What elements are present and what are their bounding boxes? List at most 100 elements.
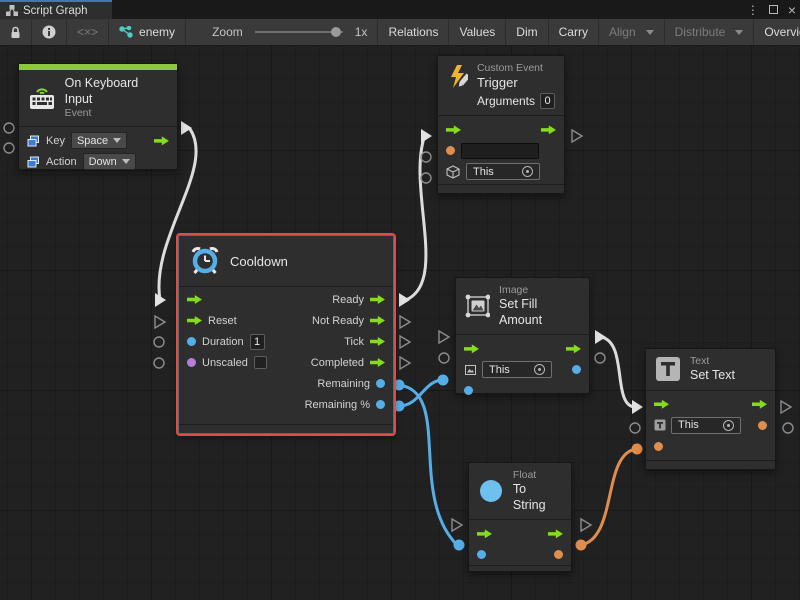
values-button[interactable]: Values bbox=[449, 19, 506, 45]
relations-button[interactable]: Relations bbox=[378, 19, 449, 45]
zoom-slider-handle[interactable] bbox=[331, 27, 341, 37]
flow-in-arrow-icon[interactable] bbox=[446, 125, 461, 134]
string-out-dot[interactable] bbox=[554, 550, 563, 559]
fill-amount-in-dot[interactable] bbox=[464, 386, 473, 395]
result-out-dot[interactable] bbox=[758, 421, 767, 430]
close-icon[interactable]: × bbox=[788, 3, 796, 17]
event-name-field[interactable] bbox=[461, 143, 539, 159]
custom-event-icon bbox=[447, 64, 468, 90]
window-menu-icon[interactable]: ⋮ bbox=[747, 3, 759, 17]
remaining-pct-out-dot[interactable] bbox=[376, 400, 385, 409]
window-value-icon bbox=[27, 135, 40, 147]
key-port-label: Key bbox=[46, 135, 65, 147]
flow-in-arrow-icon[interactable] bbox=[477, 529, 492, 538]
flow-in-arrow-icon[interactable] bbox=[187, 295, 202, 304]
node-image-set-fill-amount[interactable]: Image Set Fill Amount This bbox=[455, 277, 590, 394]
remaining-out-dot[interactable] bbox=[376, 379, 385, 388]
graph-toolbar: <×> enemy Zoom 1x Relations Values Dim C… bbox=[0, 19, 800, 46]
node-footer bbox=[179, 424, 393, 433]
node-footer bbox=[19, 172, 177, 181]
image-icon bbox=[465, 294, 490, 318]
info-icon bbox=[42, 25, 56, 39]
port-row-key: Key Space bbox=[19, 130, 177, 151]
graph-breadcrumb[interactable]: enemy bbox=[109, 19, 186, 45]
action-dropdown[interactable]: Down bbox=[83, 153, 136, 170]
bool-port-dot[interactable] bbox=[187, 358, 196, 367]
target-picker-icon[interactable] bbox=[723, 420, 734, 431]
target-picker-icon[interactable] bbox=[522, 166, 533, 177]
chevron-down-icon bbox=[646, 30, 654, 35]
info-button[interactable] bbox=[32, 19, 67, 45]
string-port-dot[interactable] bbox=[446, 146, 455, 155]
flow-out-arrow-icon[interactable] bbox=[566, 344, 581, 353]
row-enter-ready: Ready bbox=[179, 289, 393, 310]
distribute-dropdown[interactable]: Distribute bbox=[665, 19, 755, 45]
node-category: Custom Event bbox=[477, 62, 555, 75]
target-dropdown[interactable]: This bbox=[482, 361, 552, 378]
flow-row bbox=[438, 119, 564, 140]
align-dropdown[interactable]: Align bbox=[599, 19, 665, 45]
node-float-to-string[interactable]: Float To String bbox=[468, 462, 572, 572]
code-preview-button[interactable]: <×> bbox=[67, 19, 109, 45]
unscaled-checkbox[interactable] bbox=[254, 356, 267, 369]
ready-out-arrow-icon[interactable] bbox=[370, 295, 385, 304]
node-category: Image bbox=[499, 284, 580, 297]
node-title: Set Fill Amount bbox=[499, 297, 580, 328]
data-row bbox=[469, 544, 571, 565]
arguments-stepper[interactable]: 0 bbox=[540, 93, 555, 109]
target-row: This bbox=[646, 415, 775, 436]
key-dropdown[interactable]: Space bbox=[71, 132, 127, 149]
action-port-label: Action bbox=[46, 156, 77, 168]
float-port-dot[interactable] bbox=[187, 337, 196, 346]
tick-label: Tick bbox=[344, 336, 364, 348]
zoom-value: 1x bbox=[355, 25, 368, 39]
overview-button[interactable]: Overview bbox=[754, 19, 800, 45]
float-in-dot[interactable] bbox=[477, 550, 486, 559]
dim-button[interactable]: Dim bbox=[506, 19, 548, 45]
target-row: This bbox=[438, 161, 564, 182]
node-title: Cooldown bbox=[230, 254, 288, 269]
tick-out-arrow-icon[interactable] bbox=[370, 337, 385, 346]
remaining-pct-label: Remaining % bbox=[305, 399, 370, 411]
text-small-icon bbox=[654, 419, 666, 431]
tab-script-graph[interactable]: Script Graph bbox=[0, 0, 112, 19]
image-small-icon bbox=[464, 364, 477, 376]
completed-out-arrow-icon[interactable] bbox=[370, 358, 385, 367]
float-icon bbox=[478, 478, 504, 504]
target-picker-icon[interactable] bbox=[534, 364, 545, 375]
text-value-row bbox=[646, 436, 775, 457]
carry-button[interactable]: Carry bbox=[549, 19, 599, 45]
flow-in-arrow-icon[interactable] bbox=[654, 400, 669, 409]
zoom-slider[interactable] bbox=[255, 31, 343, 33]
node-category: Float bbox=[513, 469, 562, 482]
lock-button[interactable] bbox=[0, 19, 32, 45]
node-footer bbox=[469, 565, 571, 574]
zoom-control: Zoom 1x bbox=[186, 19, 378, 45]
graph-name: enemy bbox=[139, 25, 175, 39]
node-text-set-text[interactable]: Text Set Text This bbox=[645, 348, 776, 470]
node-title: Trigger bbox=[477, 75, 555, 91]
duration-field[interactable]: 1 bbox=[250, 334, 265, 350]
node-cooldown[interactable]: Cooldown Ready Reset Not Ready Duration1… bbox=[178, 235, 394, 434]
flow-out-arrow-icon[interactable] bbox=[548, 529, 563, 538]
lock-icon bbox=[10, 26, 21, 39]
result-out-dot[interactable] bbox=[572, 365, 581, 374]
node-on-keyboard-input[interactable]: On Keyboard Input Event Key Space bbox=[18, 63, 178, 170]
text-icon bbox=[655, 356, 681, 382]
notready-out-arrow-icon[interactable] bbox=[370, 316, 385, 325]
fill-amount-row bbox=[456, 380, 589, 401]
reset-in-arrow-icon[interactable] bbox=[187, 316, 202, 325]
tab-title: Script Graph bbox=[23, 5, 88, 17]
target-dropdown[interactable]: This bbox=[671, 417, 741, 434]
flow-out-arrow-icon[interactable] bbox=[154, 136, 169, 145]
text-in-dot[interactable] bbox=[654, 442, 663, 451]
flow-in-arrow-icon[interactable] bbox=[464, 344, 479, 353]
unscaled-label: Unscaled bbox=[202, 357, 248, 369]
chevron-down-icon bbox=[122, 159, 130, 164]
flow-out-arrow-icon[interactable] bbox=[752, 400, 767, 409]
zoom-label: Zoom bbox=[212, 25, 243, 39]
flow-out-arrow-icon[interactable] bbox=[541, 125, 556, 134]
maximize-icon[interactable] bbox=[769, 5, 778, 14]
node-custom-event-trigger[interactable]: Custom Event Trigger Arguments 0 bbox=[437, 55, 565, 194]
target-dropdown[interactable]: This bbox=[466, 163, 540, 180]
